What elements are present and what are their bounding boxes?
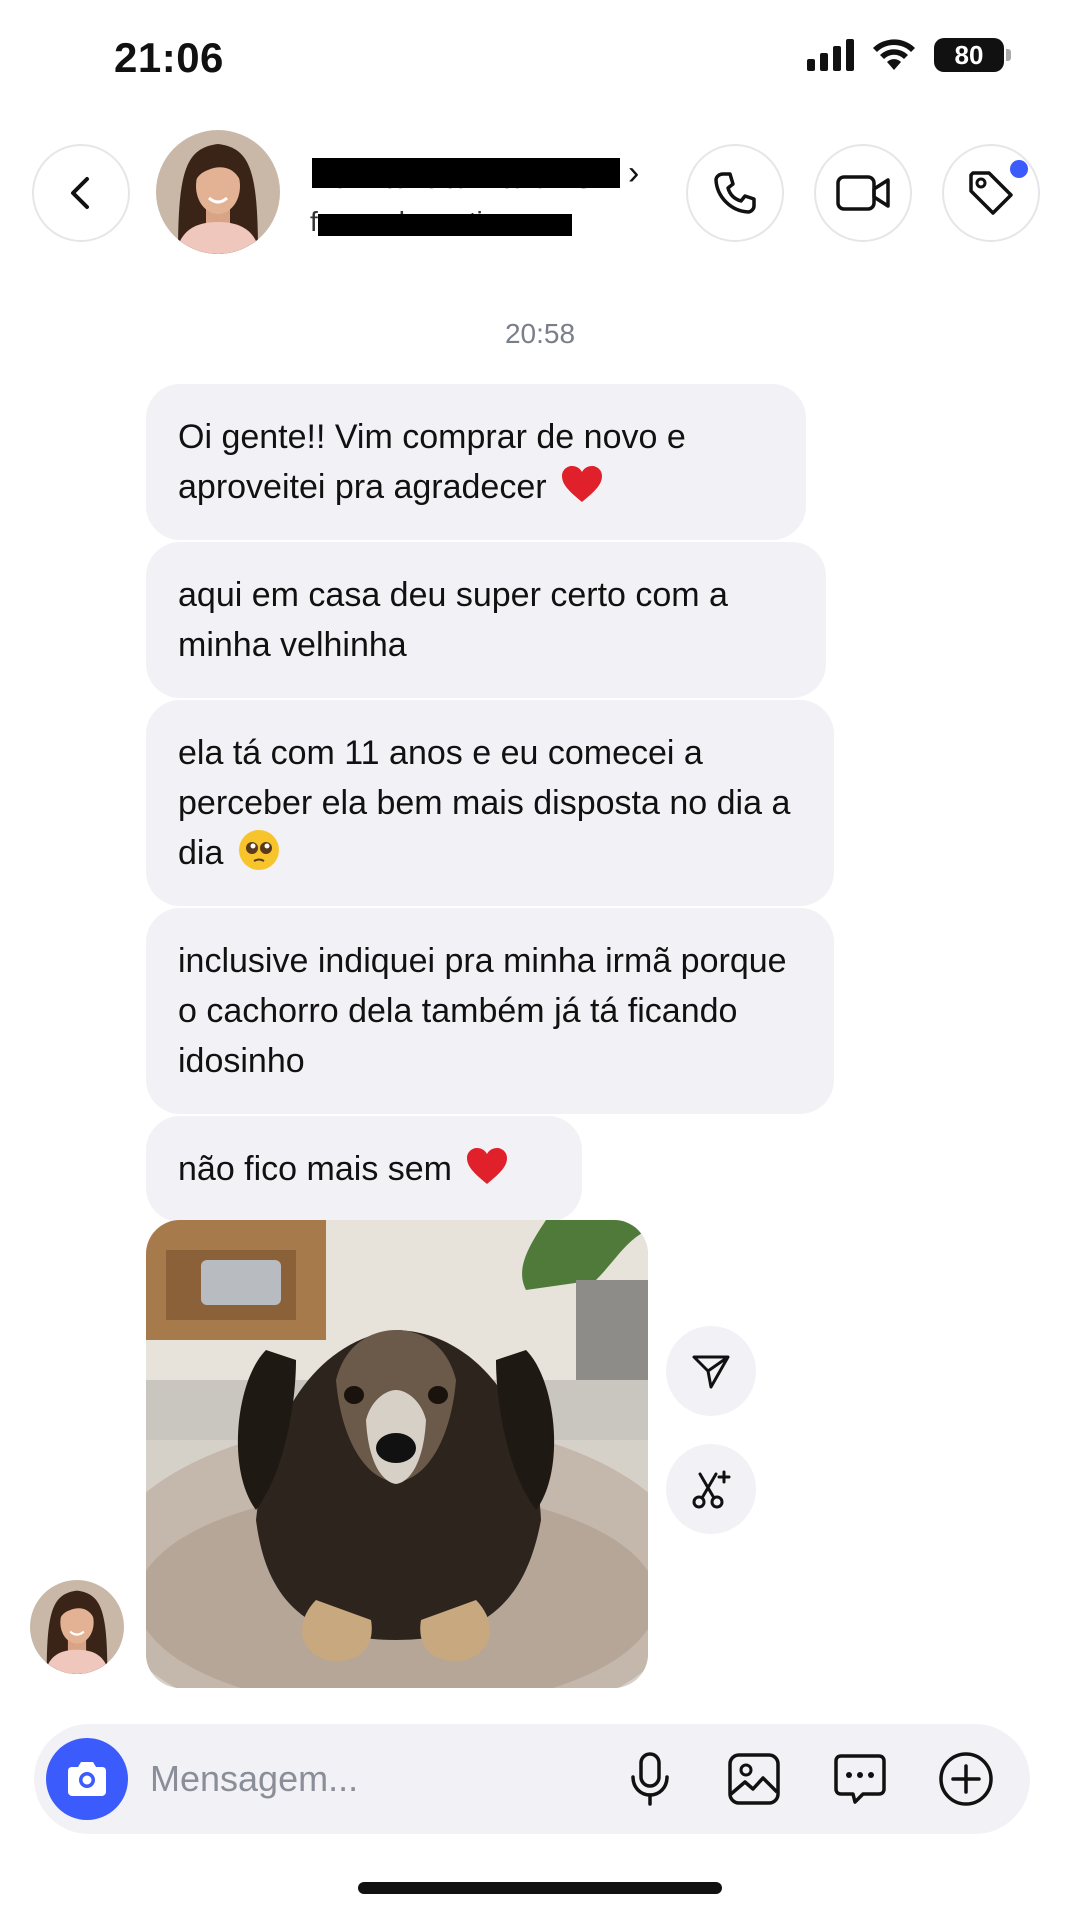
contact-avatar[interactable] (156, 130, 280, 254)
home-indicator[interactable] (358, 1882, 722, 1894)
battery-icon: 80 (934, 38, 1011, 72)
phone-icon (714, 172, 756, 214)
message-text: não fico mais sem (178, 1150, 452, 1188)
message-bubble[interactable]: aqui em casa deu super certo com a minha… (146, 542, 826, 698)
add-button[interactable] (936, 1749, 996, 1809)
redaction-bar (318, 214, 572, 236)
message-composer (34, 1724, 1030, 1834)
video-camera-icon (836, 175, 890, 211)
ai-edit-button[interactable] (666, 1444, 756, 1534)
message-timestamp: 20:58 (504, 318, 576, 349)
red-heart-emoji (467, 1148, 508, 1184)
tag-button[interactable] (942, 144, 1040, 242)
pleading-face-emoji (238, 830, 279, 870)
signal-icon (807, 39, 854, 71)
status-time: 21:06 (114, 34, 224, 81)
message-bubble[interactable]: ela tá com 11 anos e eu comecei a perceb… (146, 700, 834, 906)
tag-icon (969, 171, 1013, 215)
status-bar: 21:06 80 (0, 0, 1080, 120)
status-icons: 80 (807, 38, 1011, 72)
back-icon (71, 177, 89, 209)
message-text: Oi gente!! Vim comprar de novo e aprovei… (178, 418, 686, 506)
message-text: aqui em casa deu super certo com a minha… (178, 576, 728, 664)
photo-message[interactable] (146, 1220, 648, 1688)
gallery-icon (728, 1753, 780, 1805)
microphone-button[interactable] (620, 1749, 680, 1809)
ai-edit-icon (692, 1470, 731, 1509)
notification-dot (1010, 160, 1028, 178)
wifi-icon (873, 39, 915, 70)
back-button[interactable] (32, 144, 130, 242)
redaction-bar (312, 158, 620, 188)
sticker-icon (834, 1754, 886, 1804)
video-call-button[interactable] (814, 144, 912, 242)
message-bubble[interactable]: Oi gente!! Vim comprar de novo e aprovei… (146, 384, 806, 540)
message-bubble[interactable]: inclusive indiquei pra minha irmã porque… (146, 908, 834, 1114)
call-button[interactable] (686, 144, 784, 242)
message-input[interactable] (150, 1752, 590, 1806)
sender-avatar[interactable] (30, 1580, 124, 1674)
camera-icon (68, 1762, 106, 1796)
gallery-button[interactable] (724, 1749, 784, 1809)
share-icon (692, 1355, 730, 1389)
camera-button[interactable] (46, 1738, 128, 1820)
microphone-icon (631, 1752, 669, 1806)
share-photo-button[interactable] (666, 1326, 756, 1416)
chevron-right-icon[interactable]: › (628, 154, 639, 193)
battery-level: 80 (954, 39, 984, 70)
message-text: inclusive indiquei pra minha irmã porque… (178, 942, 787, 1080)
red-heart-emoji (562, 466, 603, 502)
sticker-button[interactable] (830, 1749, 890, 1809)
plus-icon (939, 1752, 993, 1806)
chat-header: Fernanda Martins fernandamartins.s › (0, 130, 1080, 260)
message-bubble[interactable]: não fico mais sem (146, 1116, 582, 1222)
